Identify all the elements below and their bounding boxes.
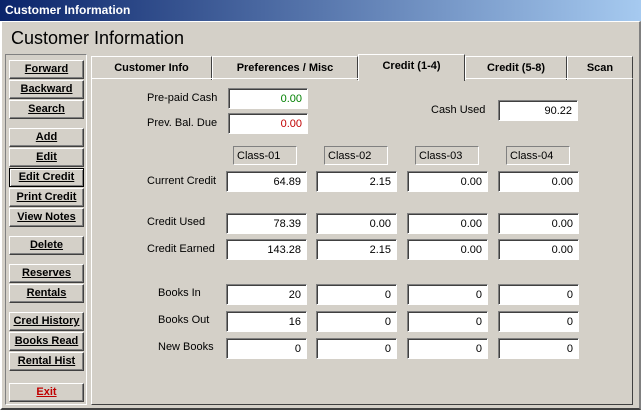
credit-earned-class-04[interactable]: 0.00 [498, 239, 579, 260]
tab-preferences-misc[interactable]: Preferences / Misc [212, 56, 358, 80]
books-in-class-02[interactable]: 0 [316, 284, 397, 305]
books-out-class-01[interactable]: 16 [226, 311, 307, 332]
sidebar: Forward Backward Search Add Edit Edit Cr… [5, 54, 87, 405]
delete-button[interactable]: Delete [9, 236, 84, 255]
current-credit-class-01[interactable]: 64.89 [226, 171, 307, 192]
new-books-label: New Books [158, 341, 214, 353]
class-03-header: Class-03 [415, 146, 479, 165]
current-credit-class-04[interactable]: 0.00 [498, 171, 579, 192]
tab-credit-1-4[interactable]: Credit (1-4) [358, 54, 465, 81]
credit-used-class-03[interactable]: 0.00 [407, 213, 488, 234]
prev-bal-due-field[interactable]: 0.00 [228, 113, 308, 134]
books-read-button[interactable]: Books Read [9, 332, 84, 351]
backward-button[interactable]: Backward [9, 80, 84, 99]
add-button[interactable]: Add [9, 128, 84, 147]
prepaid-cash-field[interactable]: 0.00 [228, 88, 308, 109]
credit-used-class-04[interactable]: 0.00 [498, 213, 579, 234]
tab-scan[interactable]: Scan [567, 56, 633, 80]
edit-credit-button[interactable]: Edit Credit [9, 168, 84, 187]
books-in-class-04[interactable]: 0 [498, 284, 579, 305]
tab-strip: Customer Info Preferences / Misc Credit … [91, 54, 633, 81]
credit-earned-class-01[interactable]: 143.28 [226, 239, 307, 260]
page-title: Customer Information [11, 28, 185, 48]
exit-button[interactable]: Exit [9, 383, 84, 402]
reserves-button[interactable]: Reserves [9, 264, 84, 283]
search-button[interactable]: Search [9, 100, 84, 119]
forward-button[interactable]: Forward [9, 60, 84, 79]
tab-credit-5-8[interactable]: Credit (5-8) [465, 56, 567, 80]
cred-history-button[interactable]: Cred History [9, 312, 84, 331]
books-out-class-04[interactable]: 0 [498, 311, 579, 332]
rentals-button[interactable]: Rentals [9, 284, 84, 303]
credit-used-class-02[interactable]: 0.00 [316, 213, 397, 234]
new-books-class-04[interactable]: 0 [498, 338, 579, 359]
edit-button[interactable]: Edit [9, 148, 84, 167]
credit-earned-label: Credit Earned [147, 243, 215, 255]
new-books-class-03[interactable]: 0 [407, 338, 488, 359]
rental-hist-button[interactable]: Rental Hist [9, 352, 84, 371]
tab-customer-info[interactable]: Customer Info [91, 56, 212, 80]
window-title-bar: Customer Information [0, 0, 641, 21]
credit-used-class-01[interactable]: 78.39 [226, 213, 307, 234]
new-books-class-01[interactable]: 0 [226, 338, 307, 359]
books-out-class-03[interactable]: 0 [407, 311, 488, 332]
books-in-label: Books In [158, 287, 201, 299]
books-out-class-02[interactable]: 0 [316, 311, 397, 332]
credit-earned-class-03[interactable]: 0.00 [407, 239, 488, 260]
class-01-header: Class-01 [233, 146, 297, 165]
current-credit-label: Current Credit [147, 175, 217, 187]
cash-used-field[interactable]: 90.22 [498, 100, 578, 121]
current-credit-class-02[interactable]: 2.15 [316, 171, 397, 192]
credit-used-label: Credit Used [147, 216, 206, 228]
prev-bal-due-label: Prev. Bal. Due [147, 117, 218, 129]
class-02-header: Class-02 [324, 146, 388, 165]
books-in-class-01[interactable]: 20 [226, 284, 307, 305]
new-books-class-02[interactable]: 0 [316, 338, 397, 359]
view-notes-button[interactable]: View Notes [9, 208, 84, 227]
books-in-class-03[interactable]: 0 [407, 284, 488, 305]
books-out-label: Books Out [158, 314, 210, 326]
print-credit-button[interactable]: Print Credit [9, 188, 84, 207]
window-title: Customer Information [5, 3, 131, 17]
prepaid-cash-label: Pre-paid Cash [147, 92, 218, 104]
class-04-header: Class-04 [506, 146, 570, 165]
credit-earned-class-02[interactable]: 2.15 [316, 239, 397, 260]
current-credit-class-03[interactable]: 0.00 [407, 171, 488, 192]
credit-panel: Pre-paid Cash 0.00 Prev. Bal. Due 0.00 C… [91, 78, 633, 405]
cash-used-label: Cash Used [431, 104, 486, 116]
